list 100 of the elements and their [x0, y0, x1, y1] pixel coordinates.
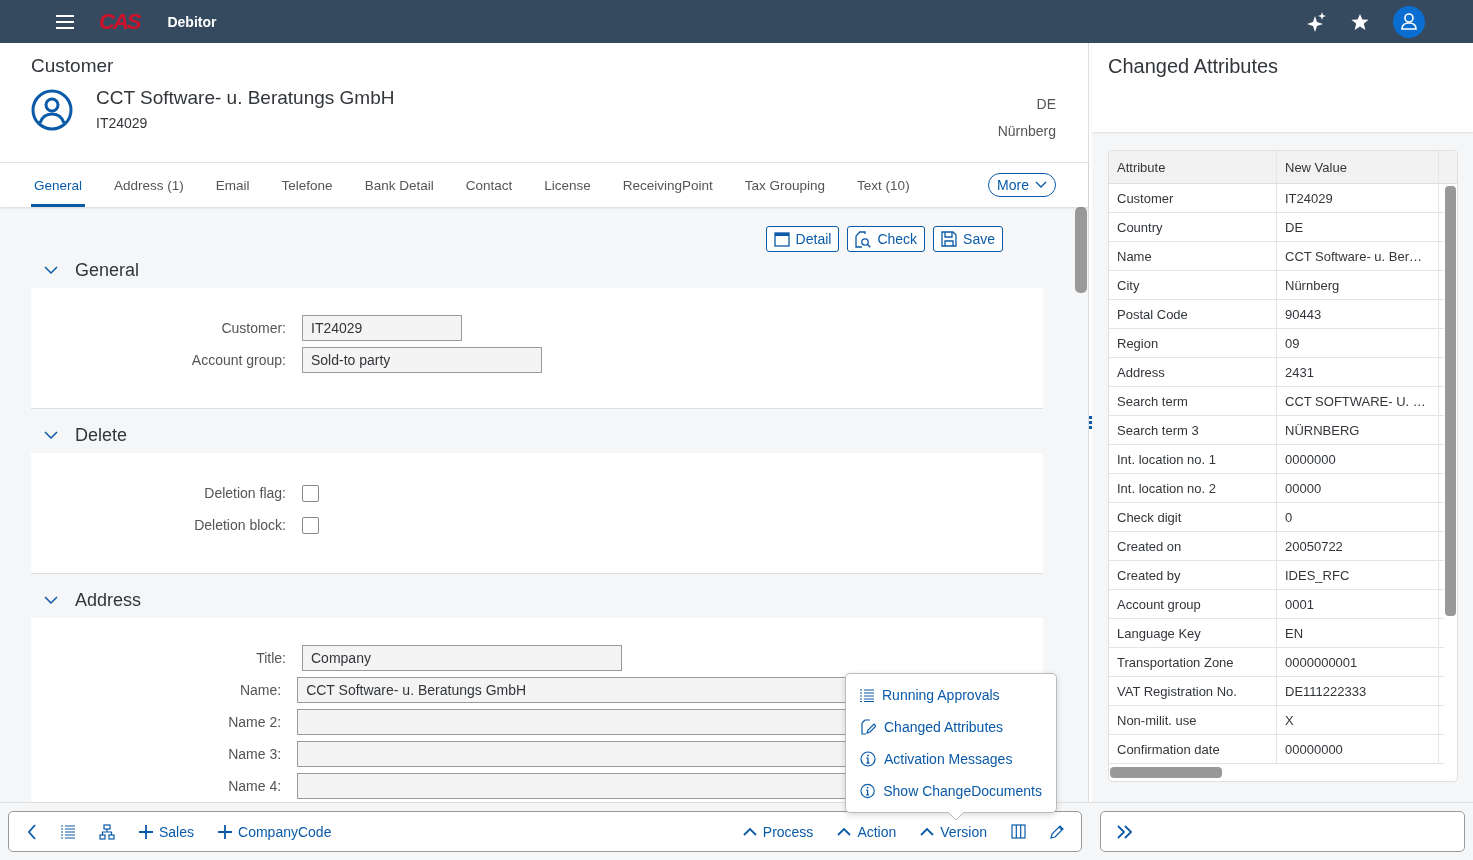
menu-button[interactable]: Version: [920, 823, 987, 840]
table-cell: Int. location no. 1: [1109, 445, 1277, 473]
plus-icon: [139, 824, 153, 839]
hierarchy-icon[interactable]: [99, 823, 115, 840]
table-cell: 09: [1277, 329, 1439, 357]
window-icon: [773, 231, 790, 247]
add-button[interactable]: CompanyCode: [218, 823, 332, 840]
table-cell: City: [1109, 271, 1277, 299]
caret-up-icon: [920, 827, 935, 836]
sparkle-icon[interactable]: [1307, 11, 1327, 32]
checkbox[interactable]: [302, 484, 319, 502]
table-cell: CCT Software- u. Ber…: [1277, 242, 1439, 270]
field-label: Name:: [238, 682, 282, 698]
app-title: Debitor: [167, 13, 217, 30]
list-icon: [860, 688, 874, 702]
save-button[interactable]: Save: [933, 226, 1003, 252]
table-cell: Region: [1109, 329, 1277, 357]
chevron-icon[interactable]: [44, 265, 58, 275]
pencil-icon[interactable]: [1050, 824, 1065, 839]
field-label: Name 4:: [227, 778, 282, 794]
menu-button[interactable]: Action: [837, 823, 897, 840]
input-field[interactable]: IT24029: [302, 315, 462, 341]
table-cell: Language Key: [1109, 619, 1277, 647]
detail-button[interactable]: Detail: [765, 226, 840, 252]
input-field[interactable]: Sold-to party: [302, 347, 542, 373]
section-title: General: [75, 259, 140, 281]
input-field[interactable]: Company: [302, 645, 622, 671]
columns-icon[interactable]: [1011, 824, 1026, 839]
table-cell: 0: [1277, 503, 1439, 531]
table-cell: Postal Code: [1109, 300, 1277, 328]
column-header: Attribute: [1109, 151, 1277, 183]
splitter-grip-icon[interactable]: [1089, 415, 1092, 430]
tab[interactable]: ReceivingPoint: [619, 163, 716, 207]
scrollbar-thumb[interactable]: [1110, 767, 1222, 778]
info-icon: [860, 783, 876, 799]
table-cell: Check digit: [1109, 503, 1277, 531]
caret-up-icon: [742, 827, 757, 836]
edit-document-icon: [860, 719, 876, 735]
field-label: Deletion flag:: [203, 485, 286, 501]
object-type: Customer: [31, 55, 115, 77]
table-cell: Confirmation date: [1109, 735, 1277, 763]
menu-item[interactable]: Changed Attributes: [846, 711, 1056, 743]
table-cell: 00000000: [1277, 735, 1439, 763]
section-title: Delete: [75, 424, 128, 446]
tab[interactable]: Tax Grouping: [741, 163, 829, 207]
plus-icon: [218, 824, 233, 839]
caret-up-icon: [837, 827, 852, 836]
tab[interactable]: Text (10): [854, 163, 913, 207]
tab[interactable]: License: [541, 163, 594, 207]
field-label: Deletion block:: [193, 517, 286, 533]
check-button[interactable]: Check: [847, 226, 926, 252]
add-button[interactable]: Sales: [139, 823, 195, 840]
tab[interactable]: Telefone: [278, 163, 336, 207]
table-cell: NÜRNBERG: [1277, 416, 1439, 444]
menu-item[interactable]: Show ChangeDocuments: [846, 775, 1056, 807]
table-cell: CCT SOFTWARE- U. …: [1277, 387, 1439, 415]
city-text: Nürnberg: [997, 122, 1056, 141]
table-cell: 20050722: [1277, 532, 1439, 560]
info-icon: [860, 751, 876, 767]
table-cell: Search term 3: [1109, 416, 1277, 444]
double-chevron-icon[interactable]: [1117, 824, 1133, 839]
object-id: IT24029: [96, 115, 149, 131]
table-cell: 90443: [1277, 300, 1439, 328]
table-cell: VAT Registration No.: [1109, 677, 1277, 705]
back-icon[interactable]: [27, 823, 37, 840]
tab[interactable]: Email: [212, 163, 253, 207]
document-search-icon: [855, 230, 872, 248]
tab[interactable]: Contact: [462, 163, 516, 207]
section-title: Address: [75, 589, 142, 611]
table-cell: Created on: [1109, 532, 1277, 560]
table-cell: Nürnberg: [1277, 271, 1439, 299]
tab[interactable]: General: [31, 163, 86, 207]
table-cell: 0000000: [1277, 445, 1439, 473]
tab[interactable]: Bank Detail: [361, 163, 437, 207]
table-cell: Account group: [1109, 590, 1277, 618]
table-cell: Address: [1109, 358, 1277, 386]
avatar-icon[interactable]: [1393, 5, 1425, 38]
table-cell: Created by: [1109, 561, 1277, 589]
tab[interactable]: Address (1): [111, 163, 187, 207]
table-cell: X: [1277, 706, 1439, 734]
menu-button[interactable]: Process: [742, 823, 814, 840]
scrollbar-thumb[interactable]: [1445, 186, 1456, 616]
scrollbar-thumb[interactable]: [1075, 207, 1087, 293]
chevron-icon[interactable]: [44, 430, 58, 440]
field-label: Customer:: [220, 320, 286, 336]
table-cell: Name: [1109, 242, 1277, 270]
country-text: DE: [1035, 95, 1056, 114]
chevron-down-icon: [1035, 181, 1047, 189]
object-title: CCT Software- u. Beratungs GmbH: [96, 87, 395, 109]
checkbox[interactable]: [302, 516, 319, 534]
table-cell: Country: [1109, 213, 1277, 241]
table-cell: IDES_RFC: [1277, 561, 1439, 589]
menu-icon[interactable]: [56, 14, 74, 29]
table-cell: IT24029: [1277, 184, 1439, 212]
chevron-icon[interactable]: [44, 595, 58, 605]
field-label: Name 3:: [227, 746, 282, 762]
table-cell: 0001: [1277, 590, 1439, 618]
menu-item[interactable]: Activation Messages: [846, 743, 1056, 775]
table-cell: Customer: [1109, 184, 1277, 212]
star-icon[interactable]: [1351, 12, 1369, 31]
